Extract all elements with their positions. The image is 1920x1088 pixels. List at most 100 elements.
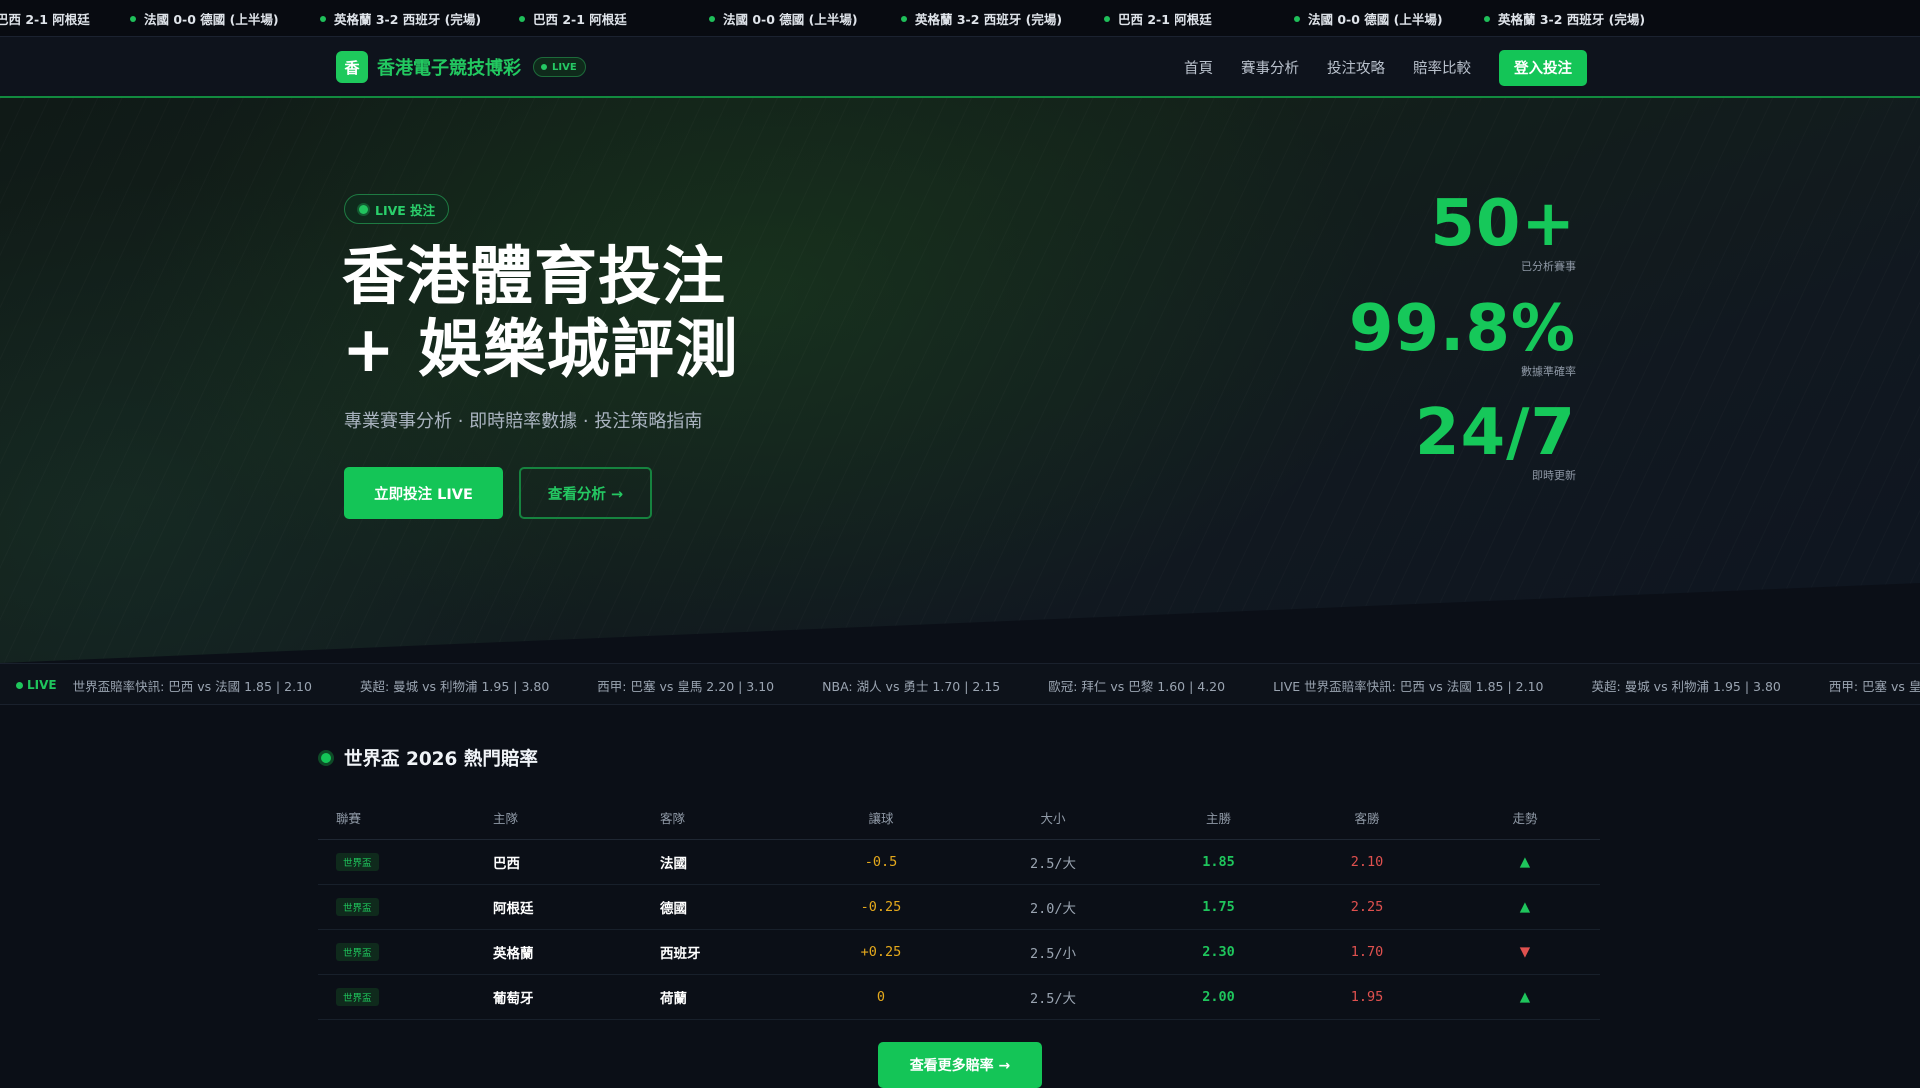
live-dot-icon: [130, 15, 136, 22]
home-win-odds[interactable]: 2.30: [1153, 929, 1284, 975]
login-bet-button[interactable]: 登入投注: [1499, 49, 1587, 86]
score-item: 英格蘭 3-2 西班牙 (完場): [320, 9, 510, 28]
col-home-win: 主勝: [1153, 797, 1284, 840]
odds-section-title-text: 世界盃 2026 熱門賠率: [344, 749, 538, 770]
over-under: 2.5/小: [953, 929, 1153, 975]
live-dot-icon: [901, 15, 907, 22]
score-text: 英格蘭 3-2 西班牙 (完場): [1498, 12, 1646, 27]
col-away: 客隊: [642, 797, 809, 840]
odds-ticker: LIVE 世界盃賠率快訊: 巴西 vs 法國 1.85 | 2.10 英超: 曼…: [0, 663, 1920, 705]
live-dot-icon: [16, 681, 23, 689]
stat-accuracy: 99.8% 數據準確率: [1349, 297, 1576, 379]
score-text: 巴西 2-1 阿根廷: [0, 12, 90, 27]
live-dot-icon: [1104, 15, 1110, 22]
away-team: 西班牙: [642, 929, 809, 975]
stat-realtime-updates: 24/7 即時更新: [1415, 401, 1576, 483]
score-text: 法國 0-0 德國 (上半場): [144, 12, 279, 27]
over-under: 2.5/大: [953, 839, 1153, 885]
table-row[interactable]: 世界盃 阿根廷 德國 -0.25 2.0/大 1.75 2.25 ▲: [318, 884, 1600, 930]
home-win-odds[interactable]: 1.75: [1153, 884, 1284, 930]
home-win-odds[interactable]: 1.85: [1153, 839, 1284, 885]
league-tag: 世界盃: [336, 942, 379, 961]
nav-match-analysis[interactable]: 賽事分析: [1241, 57, 1299, 78]
bet-now-button[interactable]: 立即投注 LIVE: [344, 467, 503, 519]
odds-ticker-item: 英超: 曼城 vs 利物浦 1.95 | 3.80: [1591, 678, 1781, 694]
away-win-odds[interactable]: 1.70: [1284, 929, 1450, 975]
odds-ticker-track: LIVE 世界盃賠率快訊: 巴西 vs 法國 1.85 | 2.10 英超: 曼…: [16, 664, 1920, 704]
col-handicap: 讓球: [809, 797, 953, 840]
odds-table-header: 聯賽 主隊 客隊 讓球 大小 主勝 客勝 走勢: [318, 797, 1600, 840]
nav-odds-compare[interactable]: 賠率比較: [1413, 57, 1471, 78]
trend-up-icon: ▲: [1450, 839, 1600, 885]
away-win-odds[interactable]: 1.95: [1284, 974, 1450, 1020]
col-home: 主隊: [475, 797, 642, 840]
league-tag: 世界盃: [336, 897, 379, 916]
handicap: +0.25: [809, 929, 953, 975]
league-tag: 世界盃: [336, 987, 379, 1006]
trend-up-icon: ▲: [1450, 974, 1600, 1020]
nav-betting-guide[interactable]: 投注攻略: [1327, 57, 1385, 78]
score-text: 英格蘭 3-2 西班牙 (完場): [334, 12, 482, 27]
live-dot-icon: [1294, 15, 1300, 22]
hero-subtitle: 專業賽事分析 · 即時賠率數據 · 投注策略指南: [344, 411, 703, 432]
live-dot-icon: [320, 15, 326, 22]
live-dot-icon: [359, 204, 368, 214]
odds-ticker-item: 英超: 曼城 vs 利物浦 1.95 | 3.80: [359, 678, 550, 694]
home-team: 巴西: [475, 839, 642, 885]
brand-logo[interactable]: 香: [336, 51, 368, 83]
odds-section-title: 世界盃 2026 熱門賠率: [318, 745, 538, 771]
stat-value: 24/7: [1415, 396, 1576, 470]
table-row[interactable]: 世界盃 葡萄牙 荷蘭 0 2.5/大 2.00 1.95 ▲: [318, 974, 1600, 1020]
score-item: 巴西 2-1 阿根廷: [519, 9, 709, 28]
home-team: 英格蘭: [475, 929, 642, 975]
site-header: 香 香港電子競技博彩 LIVE 首頁 賽事分析 投注攻略 賠率比較 登入投注: [0, 37, 1920, 98]
score-item: 英格蘭 3-2 西班牙 (完場): [1484, 9, 1674, 28]
handicap: -0.25: [809, 884, 953, 930]
score-text: 法國 0-0 德國 (上半場): [723, 12, 858, 27]
main-nav: 首頁 賽事分析 投注攻略 賠率比較 登入投注: [1184, 37, 1587, 98]
over-under: 2.0/大: [953, 884, 1153, 930]
brand[interactable]: 香 香港電子競技博彩 LIVE: [336, 51, 586, 83]
live-dot-icon: [1484, 15, 1490, 22]
score-text: 英格蘭 3-2 西班牙 (完場): [915, 12, 1063, 27]
live-bet-badge-label: LIVE 投注: [375, 202, 436, 218]
live-dot-icon: [541, 64, 547, 70]
odds-ticker-item: LIVE 世界盃賠率快訊: 巴西 vs 法國 1.85 | 2.10: [1273, 678, 1544, 694]
view-more-odds-button[interactable]: 查看更多賠率 →: [878, 1042, 1042, 1088]
table-row[interactable]: 世界盃 巴西 法國 -0.5 2.5/大 1.85 2.10 ▲: [318, 839, 1600, 885]
score-ticker-track: 巴西 2-1 阿根廷 法國 0-0 德國 (上半場) 英格蘭 3-2 西班牙 (…: [0, 0, 1674, 36]
score-text: 法國 0-0 德國 (上半場): [1308, 12, 1443, 27]
live-badge-label: LIVE: [552, 61, 577, 73]
away-team: 法國: [642, 839, 809, 885]
odds-live-text: LIVE: [27, 678, 57, 692]
live-dot-icon: [519, 15, 525, 22]
home-win-odds[interactable]: 2.00: [1153, 974, 1284, 1020]
home-team: 葡萄牙: [475, 974, 642, 1020]
nav-home[interactable]: 首頁: [1184, 57, 1213, 78]
brand-name[interactable]: 香港電子競技博彩: [377, 54, 521, 80]
away-win-odds[interactable]: 2.25: [1284, 884, 1450, 930]
odds-ticker-item: NBA: 湖人 vs 勇士 1.70 | 2.15: [822, 678, 1001, 694]
live-badge: LIVE: [533, 57, 586, 77]
view-analysis-button[interactable]: 查看分析 →: [519, 467, 652, 519]
stat-value: 99.8%: [1348, 292, 1576, 366]
trend-down-icon: ▼: [1450, 929, 1600, 975]
section-dot-icon: [318, 750, 334, 766]
away-win-odds[interactable]: 2.10: [1284, 839, 1450, 885]
score-text: 巴西 2-1 阿根廷: [1118, 12, 1212, 27]
league-tag: 世界盃: [336, 852, 379, 871]
score-ticker: 巴西 2-1 阿根廷 法國 0-0 德國 (上半場) 英格蘭 3-2 西班牙 (…: [0, 0, 1920, 37]
hero-title-line1: 香港體育投注: [342, 240, 726, 313]
away-team: 荷蘭: [642, 974, 809, 1020]
table-row[interactable]: 世界盃 英格蘭 西班牙 +0.25 2.5/小 2.30 1.70 ▼: [318, 929, 1600, 975]
col-over-under: 大小: [953, 797, 1153, 840]
over-under: 2.5/大: [953, 974, 1153, 1020]
handicap: 0: [809, 974, 953, 1020]
score-item: 法國 0-0 德國 (上半場): [130, 9, 320, 28]
hero-title-line2: + 娛樂城評測: [342, 313, 739, 386]
stat-value: 50+: [1430, 187, 1576, 261]
home-team: 阿根廷: [475, 884, 642, 930]
hero-title: 香港體育投注 + 娛樂城評測: [342, 240, 1042, 386]
score-item: 法國 0-0 德國 (上半場): [709, 9, 899, 28]
col-league: 聯賽: [318, 797, 475, 840]
